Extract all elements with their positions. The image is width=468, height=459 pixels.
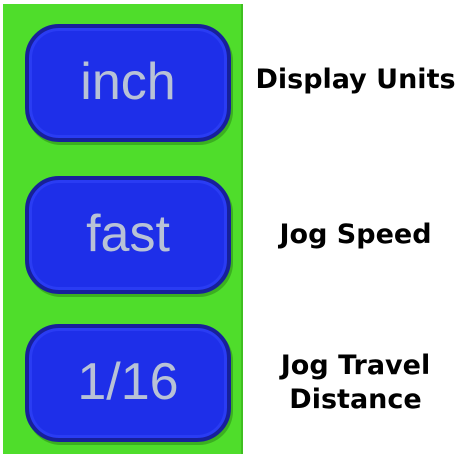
display-units-button[interactable]: inch <box>25 24 231 142</box>
jog-travel-distance-label-line-2: Distance <box>289 383 422 415</box>
jog-speed-button[interactable]: fast <box>25 176 231 294</box>
display-units-value: inch <box>80 53 176 111</box>
jog-travel-distance-label-line-1: Jog Travel <box>280 350 431 381</box>
jog-travel-distance-button[interactable]: 1/16 <box>25 324 231 442</box>
jog-speed-value: fast <box>86 205 170 263</box>
jog-travel-distance-label: Jog Travel Distance <box>243 349 468 417</box>
jog-travel-distance-value: 1/16 <box>77 353 179 411</box>
display-units-label: Display Units <box>255 64 456 95</box>
controller-screen: inch fast 1/16 <box>3 4 243 454</box>
jog-speed-label: Jog Speed <box>279 219 432 250</box>
